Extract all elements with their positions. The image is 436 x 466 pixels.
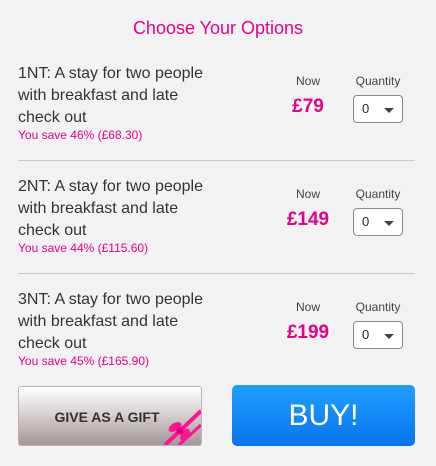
option-description: 3NT: A stay for two people with breakfas… [18,291,203,352]
quantity-value: 0 [362,327,370,342]
quantity-select[interactable]: 0 [353,321,403,349]
option-row-1nt: 1NT: A stay for two people with breakfas… [18,48,415,161]
chevron-down-icon [384,108,394,113]
option-description: 1NT: A stay for two people with breakfas… [18,65,203,126]
price: £199 [286,322,330,343]
option-row-3nt: 3NT: A stay for two people with breakfas… [18,274,415,387]
quantity-select[interactable]: 0 [353,95,403,123]
now-label: Now [295,74,320,88]
quantity-label: Quantity [355,187,401,201]
chevron-down-icon [384,221,394,226]
quantity-value: 0 [362,101,370,116]
chevron-down-icon [384,334,394,339]
quantity-select[interactable]: 0 [353,208,403,236]
quantity-value: 0 [362,214,370,229]
now-label: Now [295,187,320,201]
price: £79 [292,96,324,117]
savings-text: You save 46% (£68.30) [18,128,143,142]
buy-button[interactable]: BUY! [232,385,415,446]
option-description: 2NT: A stay for two people with breakfas… [18,178,203,239]
savings-text: You save 45% (£165.90) [18,354,149,368]
now-label: Now [295,300,320,314]
savings-text: You save 44% (£115.60) [18,241,149,255]
page-title: Choose Your Options [132,18,304,38]
ribbon-bow-icon [163,409,201,445]
quantity-label: Quantity [355,300,401,314]
quantity-label: Quantity [355,74,401,88]
price: £149 [286,209,330,230]
option-row-2nt: 2NT: A stay for two people with breakfas… [18,161,415,274]
give-as-gift-button[interactable]: GIVE AS A GIFT [18,386,202,446]
